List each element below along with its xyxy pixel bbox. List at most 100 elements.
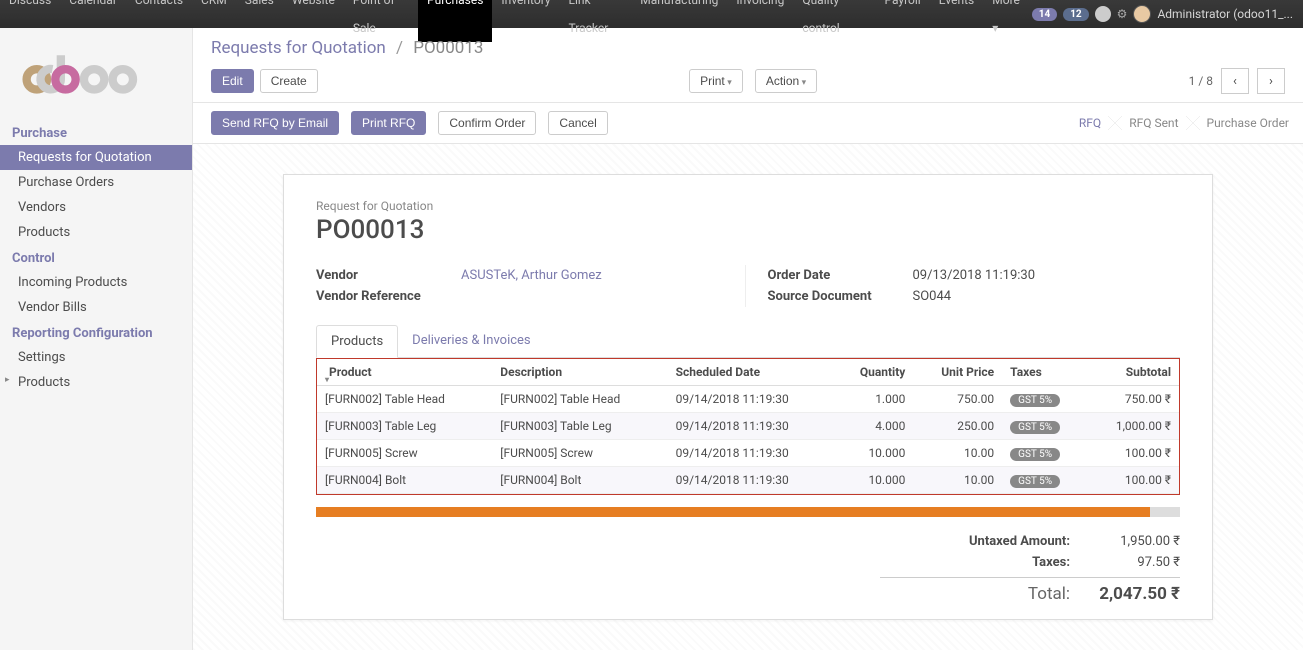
sidebar-item[interactable]: Requests for Quotation	[0, 145, 192, 170]
tax-badge: GST 5%	[1010, 448, 1060, 461]
cell-date: 09/14/2018 11:19:30	[668, 440, 834, 467]
vendor-value[interactable]: ASUSTeK, Arthur Gomez	[461, 268, 602, 283]
vendor-label: Vendor	[316, 268, 461, 283]
sidebar-item[interactable]: Vendors	[0, 195, 192, 220]
skype-icon[interactable]	[1095, 6, 1111, 22]
cell-product: [FURN002] Table Head	[317, 386, 492, 413]
cancel-button[interactable]: Cancel	[548, 111, 607, 135]
tax-badge: GST 5%	[1010, 421, 1060, 434]
sidebar-item[interactable]: Vendor Bills	[0, 295, 192, 320]
cell-qty: 4.000	[834, 413, 913, 440]
totals: Untaxed Amount: 1,950.00 ₹ Taxes: 97.50 …	[880, 531, 1180, 619]
th-description[interactable]: Description	[492, 359, 667, 386]
cell-qty: 1.000	[834, 386, 913, 413]
cell-subtotal: 100.00 ₹	[1087, 467, 1179, 494]
th-product[interactable]: ▾Product	[317, 359, 492, 386]
top-navbar: DiscussCalendarContactsCRMSalesWebsitePo…	[0, 0, 1303, 28]
th-scheduled[interactable]: Scheduled Date	[668, 359, 834, 386]
cell-desc: [FURN003] Table Leg	[492, 413, 667, 440]
sidebar-item[interactable]: Products	[0, 370, 192, 395]
untaxed-value: 1,950.00 ₹	[1070, 534, 1180, 549]
tab-products[interactable]: Products	[316, 325, 398, 358]
sidebar-section-title: Control	[0, 245, 192, 270]
order-date-label: Order Date	[768, 268, 913, 283]
table-row[interactable]: [FURN004] Bolt[FURN004] Bolt09/14/2018 1…	[317, 467, 1179, 494]
taxes-label: Taxes:	[880, 555, 1070, 570]
confirm-order-button[interactable]: Confirm Order	[438, 111, 536, 135]
main-header: Requests for Quotation / PO00013 Edit Cr…	[193, 28, 1303, 103]
source-doc-value: SO044	[913, 289, 952, 304]
sidebar-item[interactable]: Products	[0, 220, 192, 245]
cell-tax: GST 5%	[1002, 440, 1087, 467]
table-row[interactable]: [FURN002] Table Head[FURN002] Table Head…	[317, 386, 1179, 413]
cell-date: 09/14/2018 11:19:30	[668, 467, 834, 494]
cell-price: 10.00	[913, 440, 1002, 467]
send-rfq-button[interactable]: Send RFQ by Email	[211, 111, 339, 135]
order-date-value: 09/13/2018 11:19:30	[913, 268, 1036, 283]
edit-button[interactable]: Edit	[211, 69, 254, 93]
total-value: 2,047.50 ₹	[1070, 584, 1180, 604]
cell-product: [FURN004] Bolt	[317, 467, 492, 494]
th-taxes[interactable]: Taxes	[1002, 359, 1087, 386]
table-row[interactable]: [FURN005] Screw[FURN005] Screw09/14/2018…	[317, 440, 1179, 467]
user-name: Administrator (odoo11_...	[1157, 7, 1293, 21]
status-po[interactable]: Purchase Order	[1193, 108, 1303, 138]
pager-text: 1 / 8	[1189, 74, 1213, 88]
cell-subtotal: 1,000.00 ₹	[1087, 413, 1179, 440]
cell-price: 250.00	[913, 413, 1002, 440]
settings-icon[interactable]: ⚙	[1117, 7, 1128, 21]
logo[interactable]	[0, 28, 192, 120]
cell-qty: 10.000	[834, 440, 913, 467]
breadcrumb: Requests for Quotation / PO00013	[211, 38, 1285, 58]
tab-deliveries[interactable]: Deliveries & Invoices	[398, 325, 544, 357]
tax-badge: GST 5%	[1010, 475, 1060, 488]
message-badge[interactable]: 14	[1032, 8, 1057, 21]
table-row[interactable]: [FURN003] Table Leg[FURN003] Table Leg09…	[317, 413, 1179, 440]
create-button[interactable]: Create	[260, 69, 318, 93]
taxes-value: 97.50 ₹	[1070, 555, 1180, 570]
status-rfq-sent[interactable]: RFQ Sent	[1115, 108, 1192, 138]
avatar	[1133, 5, 1151, 23]
cell-price: 10.00	[913, 467, 1002, 494]
cell-product: [FURN003] Table Leg	[317, 413, 492, 440]
activity-badge[interactable]: 12	[1063, 8, 1088, 21]
cell-subtotal: 750.00 ₹	[1087, 386, 1179, 413]
cell-tax: GST 5%	[1002, 386, 1087, 413]
cell-desc: [FURN002] Table Head	[492, 386, 667, 413]
sidebar-section-title: Reporting Configuration	[0, 320, 192, 345]
sidebar-item[interactable]: Incoming Products	[0, 270, 192, 295]
cell-tax: GST 5%	[1002, 413, 1087, 440]
sidebar-item[interactable]: Settings	[0, 345, 192, 370]
pager-next[interactable]: ›	[1257, 68, 1285, 94]
th-unit-price[interactable]: Unit Price	[913, 359, 1002, 386]
print-dropdown[interactable]: Print	[689, 69, 743, 93]
breadcrumb-link[interactable]: Requests for Quotation	[211, 38, 386, 58]
status-rfq[interactable]: RFQ	[1065, 108, 1115, 138]
sidebar-item[interactable]: Purchase Orders	[0, 170, 192, 195]
action-dropdown[interactable]: Action	[755, 69, 817, 93]
cell-qty: 10.000	[834, 467, 913, 494]
pager-prev[interactable]: ‹	[1221, 68, 1249, 94]
main: Requests for Quotation / PO00013 Edit Cr…	[193, 28, 1303, 650]
sidebar: PurchaseRequests for QuotationPurchase O…	[0, 28, 193, 650]
order-lines-table: ▾Product Description Scheduled Date Quan…	[317, 359, 1179, 494]
cell-price: 750.00	[913, 386, 1002, 413]
vendor-ref-label: Vendor Reference	[316, 289, 461, 304]
sheet-subtitle: Request for Quotation	[316, 199, 1180, 213]
topnav-right: 14 12 ⚙ Administrator (odoo11_...	[1032, 5, 1303, 23]
separator-bar	[316, 507, 1180, 517]
cell-tax: GST 5%	[1002, 467, 1087, 494]
source-doc-label: Source Document	[768, 289, 913, 304]
user-menu[interactable]: Administrator (odoo11_...	[1133, 5, 1293, 23]
total-label: Total:	[880, 584, 1070, 604]
breadcrumb-current: PO00013	[413, 38, 483, 58]
th-subtotal[interactable]: Subtotal	[1087, 359, 1179, 386]
action-bar: Send RFQ by Email Print RFQ Confirm Orde…	[193, 103, 1303, 144]
cell-date: 09/14/2018 11:19:30	[668, 413, 834, 440]
th-quantity[interactable]: Quantity	[834, 359, 913, 386]
form-sheet: Request for Quotation PO00013 Vendor ASU…	[283, 174, 1213, 620]
tax-badge: GST 5%	[1010, 394, 1060, 407]
print-rfq-button[interactable]: Print RFQ	[351, 111, 426, 135]
breadcrumb-sep: /	[396, 38, 403, 58]
cell-date: 09/14/2018 11:19:30	[668, 386, 834, 413]
